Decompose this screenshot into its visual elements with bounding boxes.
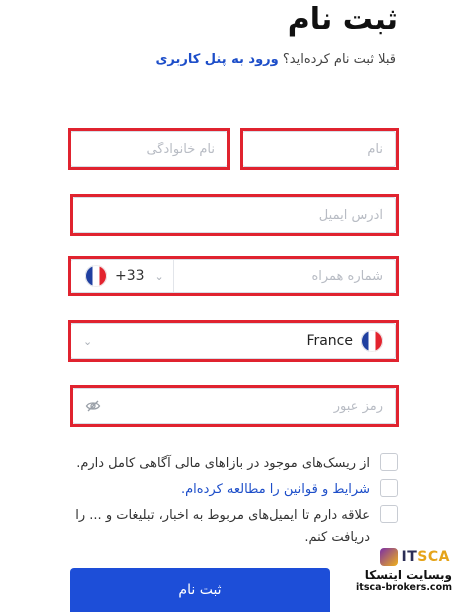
checkbox-row-risk: از ریسک‌های موجود در بازاهای مالی آگاهی … [68,453,398,475]
first-name-input[interactable] [243,132,395,166]
login-link[interactable]: ورود به پنل کاربری [155,52,278,67]
terms-checkbox[interactable] [380,479,398,497]
password-field[interactable] [72,388,396,424]
country-select[interactable]: ⌄ France [70,323,396,359]
watermark: ITSCA وبسایت ایتسکا itsca-brokers.com [344,548,456,612]
checkbox-row-newsletter: علاقه دارم تا ایمیل‌های مربوط به اخبار، … [68,505,398,549]
checkbox-row-terms: شرایط و قوانین را مطالعه کرده‌ام. [68,479,398,501]
terms-label[interactable]: شرایط و قوانین را مطالعه کرده‌ام. [181,479,370,501]
page-title: ثبت نام [287,2,398,37]
email-input[interactable] [73,198,395,232]
last-name-input[interactable] [71,132,227,166]
newsletter-checkbox[interactable] [380,505,398,523]
password-input[interactable] [73,389,395,423]
phone-country-code-select[interactable]: +33 ⌄ [71,260,174,292]
risk-label: از ریسک‌های موجود در بازاهای مالی آگاهی … [76,456,370,471]
watermark-logo-text: ITSCA [401,549,450,565]
phone-field[interactable]: +33 ⌄ [70,259,396,293]
register-submit-button[interactable]: ثبت نام [70,568,330,612]
already-registered-text: قبلا ثبت نام کرده‌اید؟ [282,52,396,67]
phone-code-value: +33 [115,268,145,284]
watermark-url: itsca-brokers.com [356,582,452,593]
france-flag-icon [85,265,107,287]
risk-checkbox[interactable] [380,453,398,471]
first-name-field[interactable] [242,131,396,167]
newsletter-label: علاقه دارم تا ایمیل‌های مربوط به اخبار، … [75,508,370,545]
country-value: France [306,333,353,349]
eye-off-icon[interactable] [85,398,101,414]
email-field[interactable] [72,197,396,233]
chevron-down-icon: ⌄ [83,334,93,348]
watermark-fa-text: وبسایت ایتسکا [364,568,452,582]
france-flag-icon [361,330,383,352]
phone-input[interactable] [174,260,395,292]
itsca-logo-icon [379,548,398,566]
login-prompt: قبلا ثبت نام کرده‌اید؟ ورود به پنل کاربر… [155,52,396,67]
chevron-down-icon: ⌄ [154,269,164,283]
last-name-field[interactable] [70,131,228,167]
